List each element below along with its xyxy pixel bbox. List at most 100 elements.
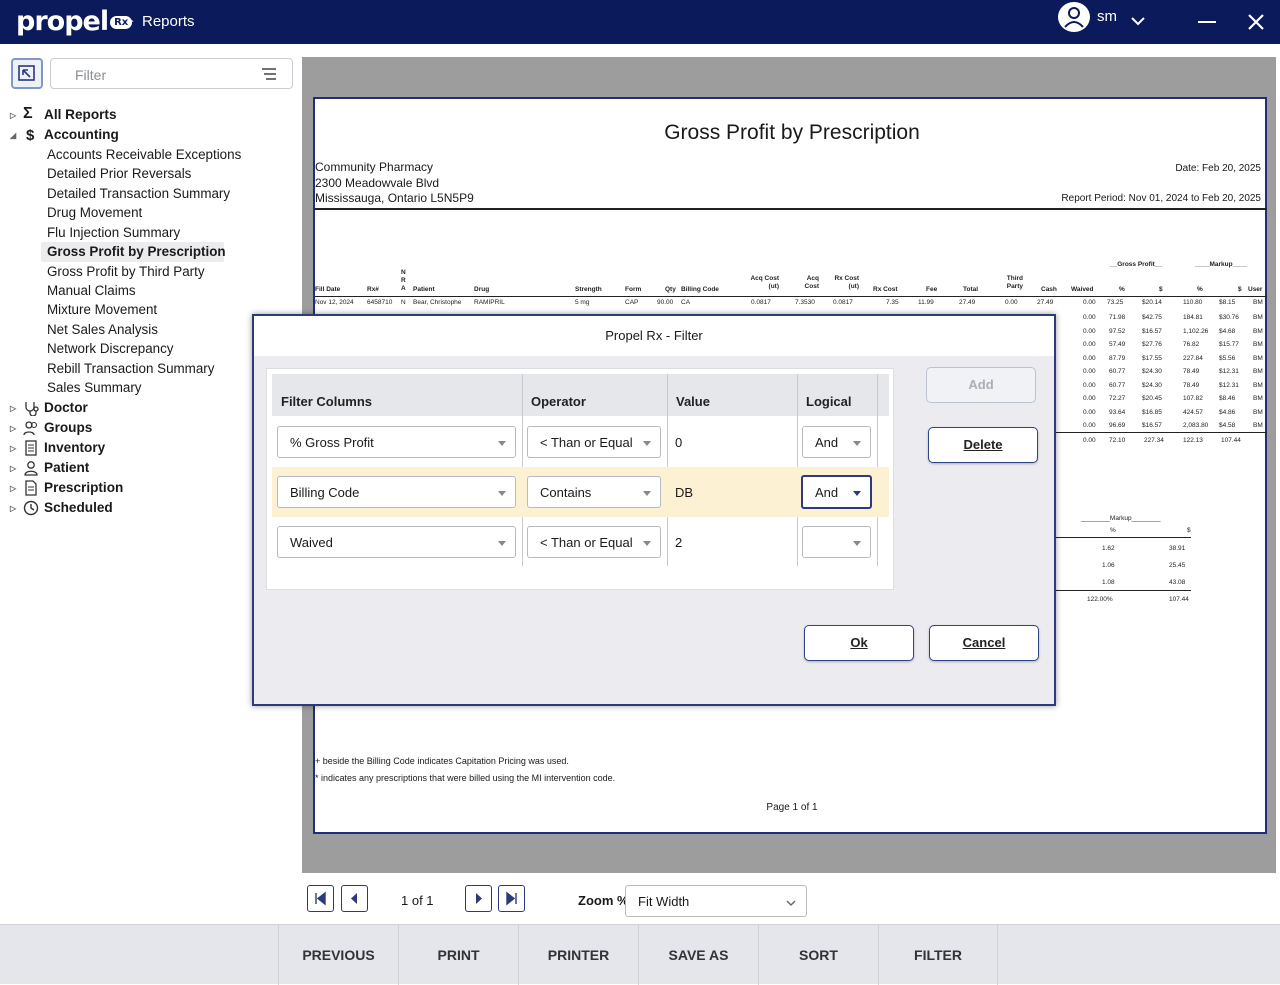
footnote: + beside the Billing Code indicates Capi… <box>315 756 569 766</box>
table-cell: 0.00 <box>1083 395 1096 402</box>
expand-icon[interactable]: ▷ <box>10 424 16 433</box>
table-cell: 107.82 <box>1183 395 1203 402</box>
table-cell: BM <box>1253 422 1263 429</box>
table-cell: 71.98 <box>1109 314 1126 321</box>
person-icon <box>24 461 38 476</box>
dollar-icon: $ <box>26 127 35 144</box>
chevron-down-icon <box>643 491 651 496</box>
divider <box>315 208 1267 210</box>
dialog-title: Propel Rx - Filter <box>254 316 1054 356</box>
ok-button[interactable]: Ok <box>804 625 914 661</box>
footnote: * indicates any prescriptions that were … <box>315 773 616 783</box>
expand-icon[interactable]: ▷ <box>10 444 16 453</box>
expand-icon[interactable]: ▷ <box>10 484 16 493</box>
inventory-icon <box>25 440 37 456</box>
table-cell: $12.31 <box>1219 368 1239 375</box>
close-icon[interactable] <box>1246 12 1266 32</box>
collapse-sidebar-button[interactable] <box>11 58 43 89</box>
last-page-icon <box>506 891 517 906</box>
table-cell: 0.00 <box>1083 327 1096 335</box>
col-acq-cost-ut: Acq Cost (ut) <box>750 275 779 290</box>
collapse-tree-icon[interactable]: ◢ <box>10 131 16 140</box>
first-page-icon <box>315 891 326 906</box>
table-cell: BM <box>1253 341 1263 348</box>
logical-select[interactable] <box>802 526 871 558</box>
table-cell: $17.55 <box>1142 354 1162 362</box>
collapse-icon <box>18 65 35 81</box>
filter-column-select[interactable]: Billing Code <box>277 476 516 508</box>
markup-group-header: ____Markup____ <box>1195 261 1248 268</box>
table-cell: $16.85 <box>1142 408 1162 416</box>
zoom-label: Zoom % <box>578 893 629 908</box>
expand-icon[interactable]: ▷ <box>10 504 16 513</box>
col-patient: Patient <box>413 286 435 293</box>
user-menu-chevron-icon[interactable] <box>1130 16 1146 26</box>
breadcrumb-chevron-icon: ▸ <box>128 15 134 27</box>
operator-select[interactable]: < Than or Equal <box>527 526 661 558</box>
user-avatar[interactable] <box>1058 2 1090 32</box>
save-as-button[interactable]: SAVE AS <box>638 925 758 985</box>
expand-icon[interactable]: ▷ <box>10 111 16 120</box>
table-cell: 72.27 <box>1109 395 1126 402</box>
first-page-button[interactable] <box>307 885 334 912</box>
col-drug: Drug <box>474 286 490 293</box>
table-cell: 0.00 <box>1083 408 1096 416</box>
cancel-button[interactable]: Cancel <box>929 625 1039 661</box>
sigma-icon: Σ <box>23 105 33 122</box>
col-acq-cost: Acq Cost <box>804 275 819 290</box>
operator-select[interactable]: < Than or Equal <box>527 426 661 458</box>
table-cell: 87.79 <box>1109 354 1126 362</box>
sidebar-filter-input[interactable]: Filter <box>50 58 293 89</box>
logical-select[interactable]: And <box>801 475 872 509</box>
minimize-icon[interactable] <box>1198 21 1216 23</box>
table-cell: 0.00 <box>1083 314 1096 321</box>
filter-menu-icon[interactable] <box>261 68 277 80</box>
filter-button[interactable]: FILTER <box>878 925 998 985</box>
report-period: Report Period: Nov 01, 2024 to Feb 20, 2… <box>1061 193 1261 204</box>
expand-icon[interactable]: ▷ <box>10 464 16 473</box>
chevron-down-icon <box>498 491 506 496</box>
filter-row[interactable]: % Gross Profit < Than or Equal 0 And <box>272 417 889 467</box>
previous-page-icon <box>351 893 357 904</box>
col-rx-cost: Rx Cost <box>873 286 898 293</box>
table-cell: $4.86 <box>1219 408 1236 416</box>
value-field[interactable]: 2 <box>675 535 682 550</box>
header-logical: Logical <box>806 394 852 409</box>
table-cell: BM <box>1253 327 1263 335</box>
table-cell: 60.77 <box>1109 381 1126 389</box>
operator-select[interactable]: Contains <box>527 476 661 508</box>
table-cell: 97.52 <box>1109 327 1126 335</box>
col-strength: Strength <box>575 286 602 293</box>
table-cell: 96.69 <box>1109 422 1126 429</box>
logical-select[interactable]: And <box>802 426 871 458</box>
value-field[interactable]: 0 <box>675 435 682 450</box>
header-filter-columns: Filter Columns <box>281 394 373 409</box>
table-cell: $24.30 <box>1142 368 1162 375</box>
table-cell: 93.64 <box>1109 408 1126 416</box>
add-button[interactable]: Add <box>926 367 1036 403</box>
table-cell: 0.00 <box>1083 341 1096 348</box>
col-rx-cost-ut: Rx Cost (ut) <box>834 275 859 290</box>
print-button[interactable]: PRINT <box>398 925 518 985</box>
sort-button[interactable]: SORT <box>758 925 878 985</box>
col-nra: N R A <box>401 269 406 292</box>
filter-column-select[interactable]: Waived <box>277 526 516 558</box>
col-cash: Cash <box>1041 286 1057 293</box>
value-field[interactable]: DB <box>675 485 693 500</box>
table-cell: $20.45 <box>1142 395 1162 402</box>
expand-icon[interactable]: ▷ <box>10 404 16 413</box>
previous-button[interactable]: PREVIOUS <box>278 925 398 985</box>
previous-page-button[interactable] <box>341 885 368 912</box>
next-page-button[interactable] <box>465 885 492 912</box>
filter-column-select[interactable]: % Gross Profit <box>277 426 516 458</box>
table-cell: BM <box>1253 381 1263 389</box>
last-page-button[interactable] <box>498 885 525 912</box>
delete-button[interactable]: Delete <box>928 427 1038 463</box>
printer-button[interactable]: PRINTER <box>518 925 638 985</box>
chevron-down-icon <box>498 541 506 546</box>
page-number: Page 1 of 1 <box>766 802 818 813</box>
filter-row-selected[interactable]: Billing Code Contains DB And <box>272 467 889 517</box>
zoom-select[interactable]: Fit Width <box>625 885 807 917</box>
filter-row[interactable]: Waived < Than or Equal 2 <box>272 517 889 567</box>
user-name[interactable]: sm <box>1097 8 1117 25</box>
